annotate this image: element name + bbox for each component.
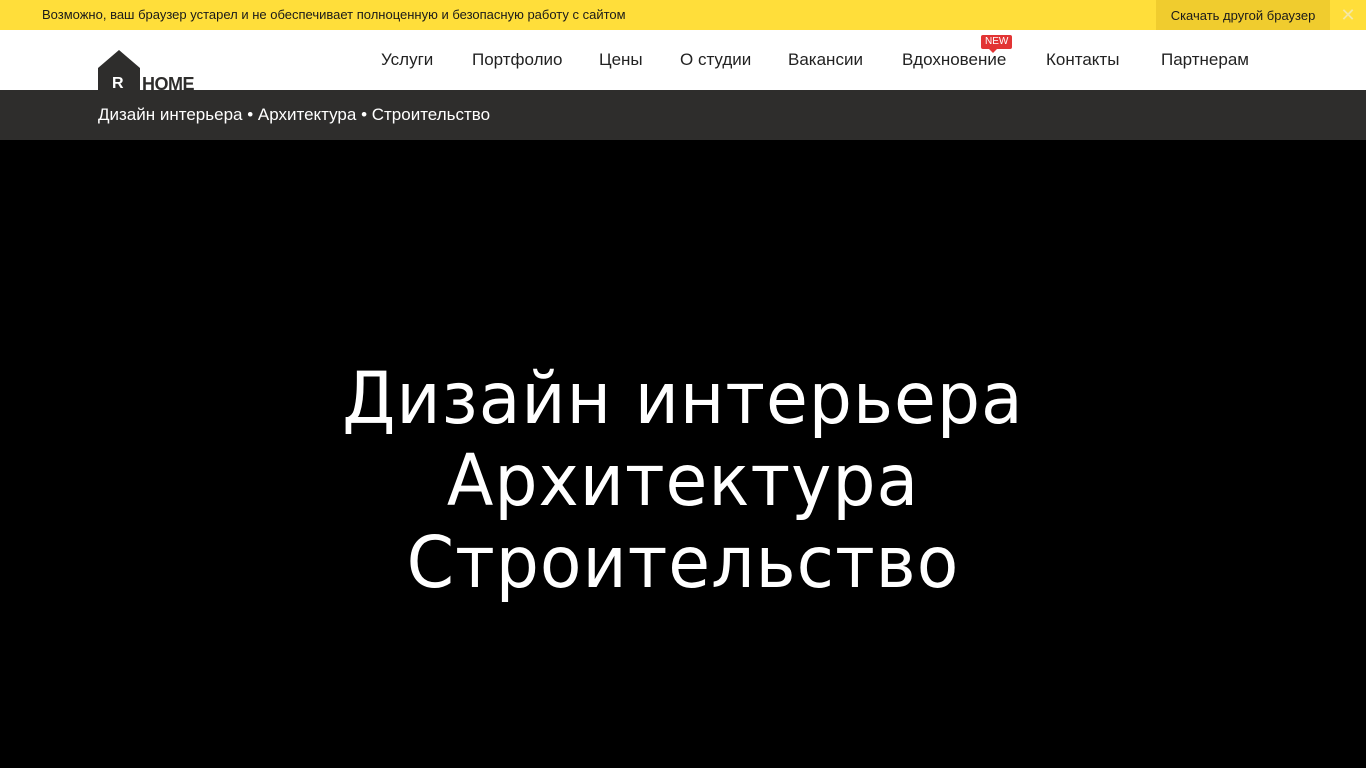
site-header: R HOME Услуги Портфолио Цены О студии Ва… — [0, 30, 1366, 94]
browser-warning-bar: Возможно, ваш браузер устарел и не обесп… — [0, 0, 1366, 30]
tagline: Дизайн интерьера • Архитектура • Строите… — [98, 105, 491, 124]
nav-item-services[interactable]: Услуги — [381, 50, 433, 70]
download-browser-button[interactable]: Скачать другой браузер — [1156, 0, 1330, 30]
hero-section: Дизайн интерьера Архитектура Строительст… — [0, 140, 1366, 768]
tagline-bar: Дизайн интерьера • Архитектура • Строите… — [0, 90, 1366, 140]
new-badge: NEW — [981, 35, 1013, 53]
hero-line-interior: Дизайн интерьера — [342, 358, 1024, 441]
hero-line-architecture: Архитектура — [446, 440, 920, 523]
nav-item-portfolio[interactable]: Портфолио — [472, 50, 562, 70]
browser-warning-message: Возможно, ваш браузер устарел и не обесп… — [42, 7, 626, 22]
hero-line-construction: Строительство — [406, 522, 960, 605]
nav-item-prices[interactable]: Цены — [599, 50, 643, 70]
nav-item-inspiration[interactable]: Вдохновение — [902, 50, 1006, 70]
close-icon[interactable]: ✕ — [1338, 5, 1358, 25]
nav-item-vacancies[interactable]: Вакансии — [788, 50, 863, 70]
nav-item-partners[interactable]: Партнерам — [1161, 50, 1249, 70]
logo[interactable]: R HOME — [98, 50, 208, 94]
nav-item-contacts[interactable]: Контакты — [1046, 50, 1119, 70]
nav-item-about[interactable]: О студии — [680, 50, 751, 70]
